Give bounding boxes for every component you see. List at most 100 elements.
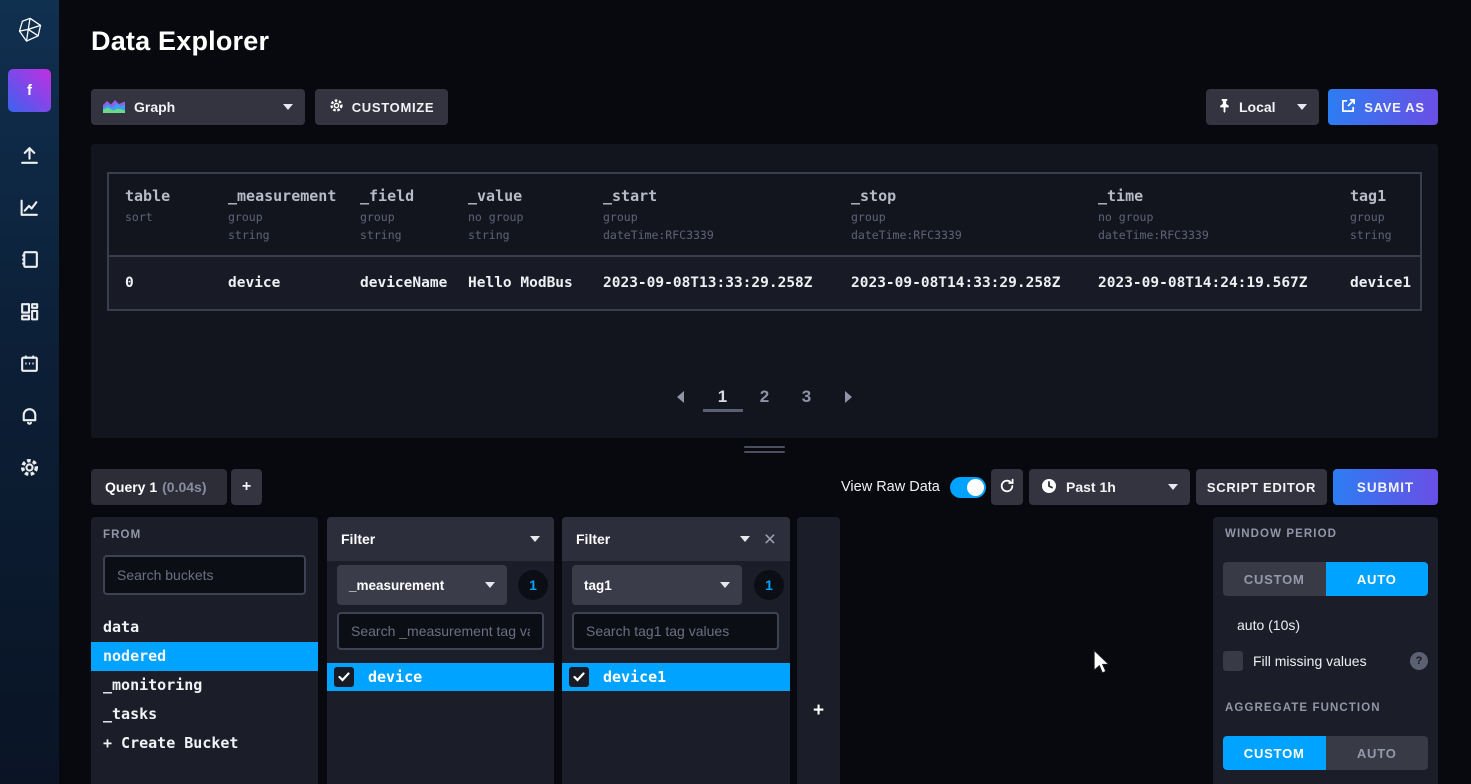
aggregate-auto-button[interactable]: AUTO [1326, 736, 1429, 770]
script-editor-button[interactable]: SCRIPT EDITOR [1196, 469, 1327, 505]
pagination: 1 2 3 [91, 382, 1438, 412]
submit-button[interactable]: SUBMIT [1333, 469, 1438, 505]
bucket-item-data[interactable]: data [91, 613, 318, 642]
column-header[interactable]: _value [468, 187, 587, 205]
bucket-list: data nodered _monitoring _tasks + Create… [91, 613, 318, 758]
sidebar-item-notebooks[interactable] [0, 236, 59, 288]
time-range-dropdown[interactable]: Past 1h [1029, 469, 1190, 505]
query-duration: (0.04s) [162, 479, 206, 495]
table-cell: 2023-09-08T14:24:19.567Z [1082, 275, 1334, 291]
column-header[interactable]: _field [360, 187, 452, 205]
column-header[interactable]: _measurement [228, 187, 344, 205]
view-type-dropdown[interactable]: Graph [91, 89, 305, 125]
tag-key-dropdown[interactable]: tag1 [572, 565, 742, 605]
pagination-prev-button[interactable] [661, 382, 701, 412]
checkbox-unchecked[interactable] [1223, 651, 1243, 671]
tag-value-option[interactable]: device1 [562, 663, 790, 691]
tag-value-search-input[interactable] [337, 612, 544, 650]
user-avatar[interactable]: f [8, 69, 51, 112]
save-as-button[interactable]: SAVE AS [1328, 89, 1438, 125]
filter-title: Filter [576, 531, 730, 547]
bucket-item-tasks[interactable]: _tasks [91, 700, 318, 729]
window-custom-button[interactable]: CUSTOM [1223, 562, 1326, 596]
bucket-item-monitoring[interactable]: _monitoring [91, 671, 318, 700]
pagination-page-3[interactable]: 3 [787, 382, 827, 412]
refresh-button[interactable] [991, 469, 1023, 505]
view-type-label: Graph [134, 99, 175, 115]
column-header[interactable]: _stop [851, 187, 1082, 205]
column-header[interactable]: _start [603, 187, 835, 205]
sidebar-item-settings[interactable] [0, 444, 59, 496]
aggregate-custom-button[interactable]: CUSTOM [1223, 736, 1326, 770]
pagination-next-button[interactable] [829, 382, 869, 412]
help-icon[interactable]: ? [1410, 652, 1428, 670]
bell-icon [19, 405, 40, 431]
tag-key-dropdown[interactable]: _measurement [337, 565, 507, 605]
sidebar: f [0, 0, 59, 784]
data-explorer-page: f [0, 0, 1471, 784]
checkbox-checked[interactable] [569, 667, 589, 687]
table-cell: 2023-09-08T14:33:29.258Z [835, 275, 1082, 291]
filter-card-measurement: Filter _measurement 1 device [327, 517, 554, 784]
add-filter-card[interactable]: + [797, 517, 840, 784]
window-period-toggle: CUSTOM AUTO [1223, 562, 1428, 596]
window-period-title: WINDOW PERIOD [1225, 528, 1337, 540]
from-card: FROM data nodered _monitoring _tasks + C… [91, 517, 318, 784]
window-auto-value: auto (10s) [1237, 617, 1300, 633]
tag-value-search-input[interactable] [572, 612, 779, 650]
chevron-down-icon [740, 536, 750, 542]
sidebar-item-alerts[interactable] [0, 392, 59, 444]
area-chart-icon [103, 98, 125, 116]
toggle-knob [967, 479, 984, 496]
scope-label: Local [1239, 99, 1276, 115]
bucket-search-input[interactable] [103, 555, 306, 595]
raw-data-table: tablesort _measurementgroup string _fiel… [107, 172, 1422, 311]
raw-data-panel: tablesort _measurementgroup string _fiel… [91, 144, 1438, 438]
filter-type-dropdown[interactable]: Filter × [562, 517, 790, 561]
fill-missing-row: Fill missing values ? [1223, 650, 1428, 672]
pagination-page-2[interactable]: 2 [745, 382, 785, 412]
fill-missing-label: Fill missing values [1253, 653, 1400, 669]
view-raw-data-toggle[interactable] [950, 477, 986, 498]
panel-resize-handle[interactable] [744, 446, 785, 456]
sidebar-item-tasks[interactable] [0, 340, 59, 392]
arrow-left-icon [677, 391, 684, 403]
checkbox-checked[interactable] [334, 667, 354, 687]
column-header[interactable]: table [125, 187, 212, 205]
column-header[interactable]: tag1 [1350, 187, 1420, 205]
page-title: Data Explorer [91, 26, 269, 57]
influxdb-logo-icon[interactable] [0, 0, 59, 59]
pagination-page-1[interactable]: 1 [703, 382, 743, 412]
chevron-down-icon [485, 582, 495, 588]
sidebar-item-data-explorer[interactable] [0, 184, 59, 236]
export-icon [1341, 98, 1356, 116]
bucket-item-nodered[interactable]: nodered [91, 642, 318, 671]
table-row: 0 device deviceName Hello ModBus 2023-09… [109, 255, 1420, 309]
view-raw-data-control: View Raw Data [841, 469, 986, 505]
chevron-down-icon [283, 104, 293, 110]
filter-type-dropdown[interactable]: Filter [327, 517, 554, 561]
table-header-row: tablesort _measurementgroup string _fiel… [109, 174, 1420, 255]
tag-value-option[interactable]: device [327, 663, 554, 691]
scope-dropdown[interactable]: Local [1206, 89, 1319, 125]
selected-count-badge: 1 [754, 570, 784, 600]
query-tab[interactable]: Query 1 (0.04s) [91, 469, 227, 505]
create-bucket-button[interactable]: + Create Bucket [91, 729, 318, 758]
add-query-button[interactable]: + [231, 469, 262, 505]
sidebar-item-upload[interactable] [0, 132, 59, 184]
chevron-down-icon [720, 582, 730, 588]
tag-key-label: tag1 [584, 578, 720, 593]
arrow-right-icon [845, 391, 852, 403]
aggregate-toggle: CUSTOM AUTO [1223, 736, 1428, 770]
customize-button[interactable]: CUSTOMIZE [315, 89, 448, 125]
pin-icon [1218, 98, 1231, 116]
sidebar-item-dashboards[interactable] [0, 288, 59, 340]
table-cell: device [212, 275, 344, 291]
time-range-label: Past 1h [1066, 479, 1116, 495]
column-header[interactable]: _time [1098, 187, 1334, 205]
close-icon[interactable]: × [764, 529, 776, 550]
column-meta: sort [125, 209, 212, 227]
from-title: FROM [103, 529, 141, 541]
table-cell: Hello ModBus [452, 275, 587, 291]
window-auto-button[interactable]: AUTO [1326, 562, 1429, 596]
